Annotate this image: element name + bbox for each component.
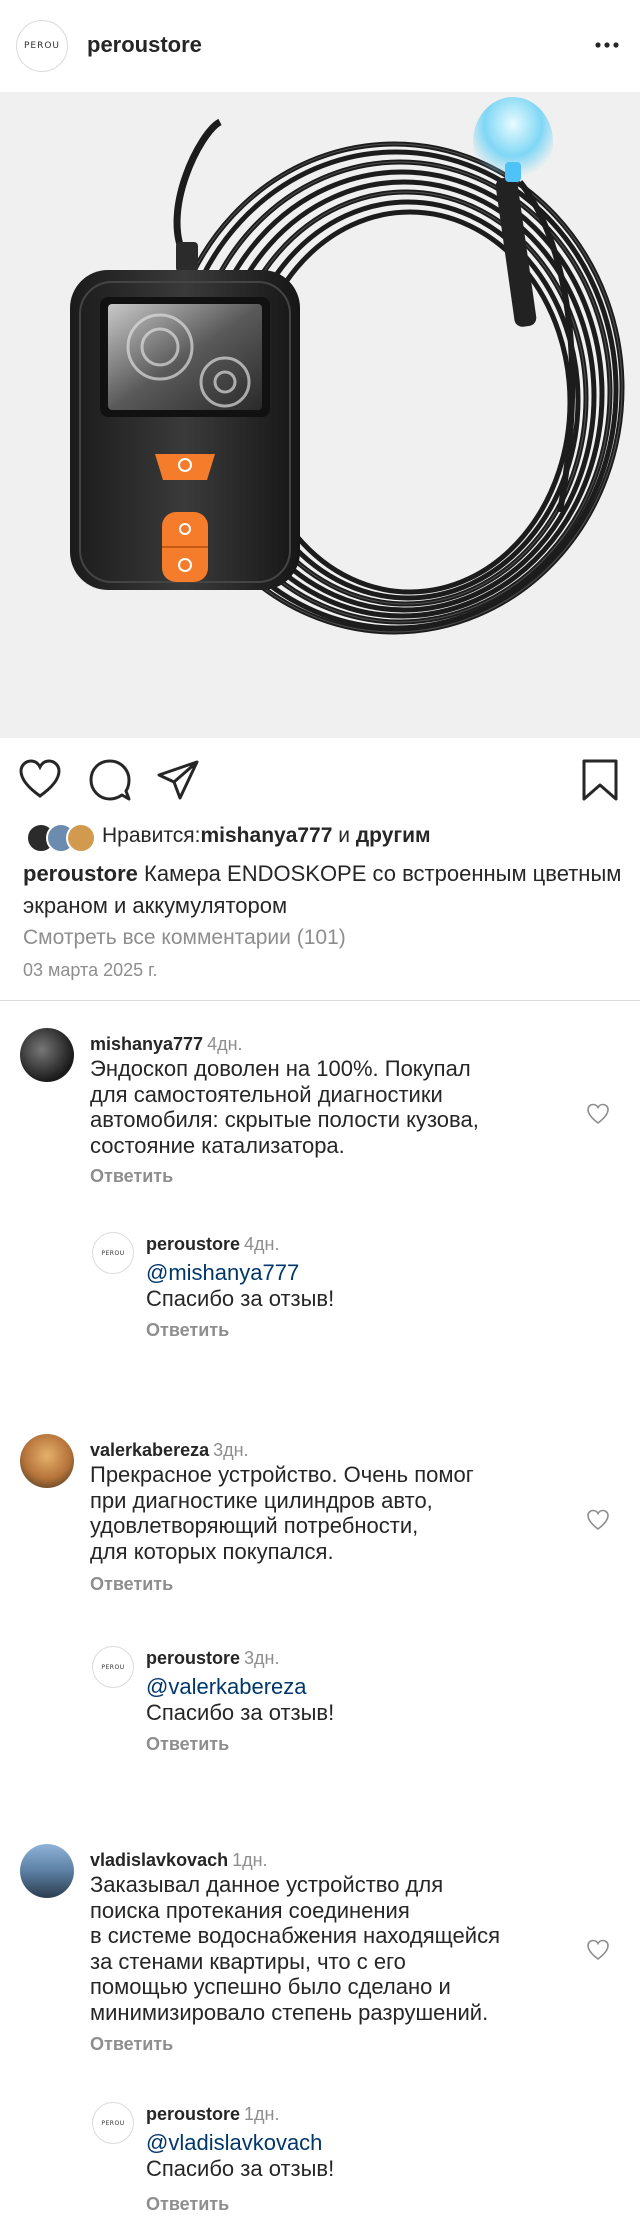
store-reply-avatar[interactable]: PEROU (92, 1646, 134, 1688)
comment-username[interactable]: mishanya777 4дн. (90, 1034, 243, 1055)
avatar[interactable] (20, 1844, 74, 1898)
endoscope-product-photo-icon (70, 97, 625, 635)
liker-avatars (26, 821, 96, 853)
post-caption: peroustore Камера ENDOSKOPE со встроенны… (23, 858, 623, 922)
reply-username[interactable]: peroustore 4дн. (146, 1234, 280, 1255)
reply-username[interactable]: peroustore 1дн. (146, 2104, 280, 2125)
bookmark-save-icon[interactable] (578, 758, 622, 802)
reply-button[interactable]: Ответить (90, 1166, 173, 1187)
comment-like-icon[interactable] (586, 1508, 610, 1532)
reply-text: @vladislavkovach Спасибо за отзыв! (146, 2130, 335, 2181)
reply-mention[interactable]: @valerkabereza (146, 1674, 334, 1700)
store-avatar[interactable]: PEROU (16, 20, 68, 72)
reply-button[interactable]: Ответить (146, 1734, 229, 1755)
like-heart-icon[interactable] (18, 758, 62, 802)
comment-text: Эндоскоп доволен на 100%. Покупал для са… (90, 1056, 479, 1158)
store-reply-avatar[interactable]: PEROU (92, 2102, 134, 2144)
reply-button[interactable]: Ответить (146, 1320, 229, 1341)
reply-mention[interactable]: @mishanya777 (146, 1260, 334, 1286)
avatar[interactable] (20, 1434, 74, 1488)
reply-text: @valerkabereza Спасибо за отзыв! (146, 1674, 335, 1725)
reply-button[interactable]: Ответить (146, 2194, 229, 2215)
reply-button[interactable]: Ответить (90, 1574, 173, 1595)
post-username[interactable]: peroustore (87, 32, 202, 58)
divider (0, 1000, 640, 1001)
post-actions (0, 758, 640, 804)
post-image[interactable] (0, 92, 640, 738)
post-header: PEROU peroustore (0, 0, 640, 92)
comment-time: 1дн. (232, 1850, 268, 1870)
reply-username[interactable]: peroustore 3дн. (146, 1648, 280, 1669)
comment-text: Заказывал данное устройство для поиска п… (90, 1872, 500, 2025)
likes-prefix: Нравится: (102, 824, 201, 847)
view-all-comments-link[interactable]: Смотреть все комментарии (101) (23, 926, 346, 950)
reply-time: 1дн. (244, 2104, 280, 2124)
reply-button[interactable]: Ответить (90, 2034, 173, 2055)
likes-user[interactable]: mishanya777 (201, 824, 333, 848)
comment-time: 3дн. (213, 1440, 249, 1460)
more-options-icon[interactable] (592, 30, 622, 60)
reply-text: @mishanya777 Спасибо за отзыв! (146, 1260, 335, 1311)
comment-time: 4дн. (207, 1034, 243, 1054)
likes-summary[interactable]: Нравится: mishanya777 и другим (26, 820, 431, 853)
store-reply-avatar[interactable]: PEROU (92, 1232, 134, 1274)
post-date: 03 марта 2025 г. (23, 960, 158, 980)
comment-text: Прекрасное устройство. Очень помог при д… (90, 1462, 474, 1564)
comment-like-icon[interactable] (586, 1102, 610, 1126)
reply-time: 3дн. (244, 1648, 280, 1668)
caption-username[interactable]: peroustore (23, 861, 138, 886)
comment-username[interactable]: valerkabereza 3дн. (90, 1440, 249, 1461)
comment-username[interactable]: vladislavkovach 1дн. (90, 1850, 268, 1871)
comment-icon[interactable] (88, 758, 132, 802)
share-send-icon[interactable] (156, 758, 200, 802)
likes-and: и (332, 824, 356, 847)
reply-time: 4дн. (244, 1234, 280, 1254)
avatar[interactable] (20, 1028, 74, 1082)
likes-others[interactable]: другим (356, 824, 431, 848)
reply-mention[interactable]: @vladislavkovach (146, 2130, 334, 2156)
comment-like-icon[interactable] (586, 1938, 610, 1962)
